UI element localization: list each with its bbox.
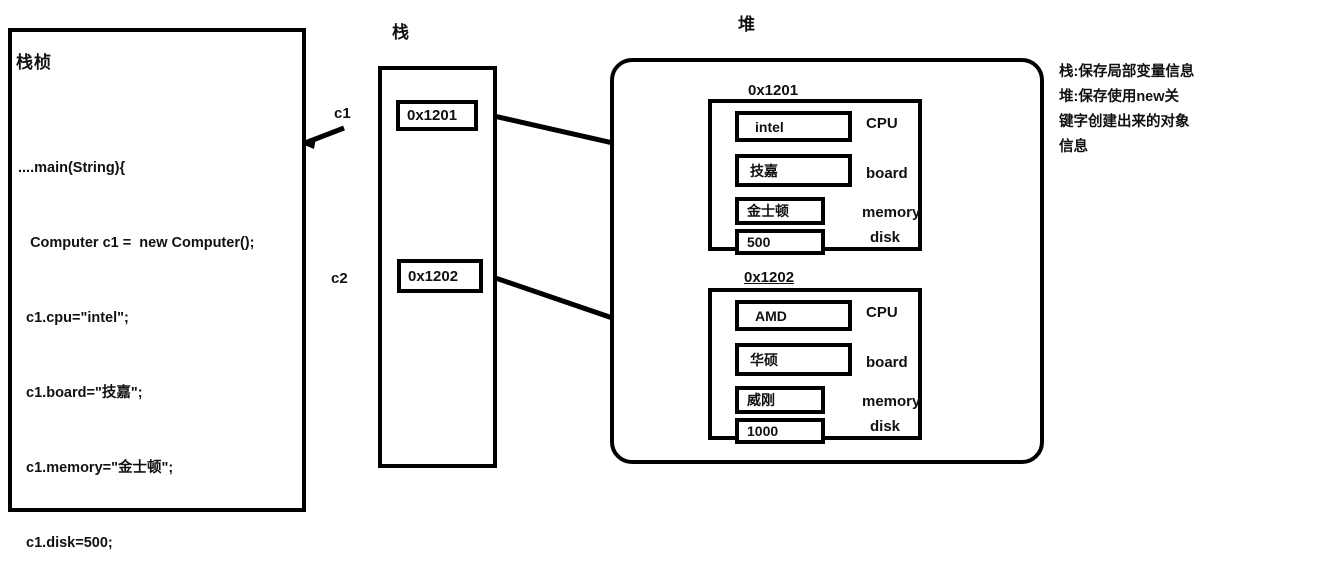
heap-field-name-board: board — [866, 165, 908, 182]
heap-object-0x1202: AMD CPU 华硕 board 威刚 memory 1000 disk — [708, 288, 922, 444]
stack-variable-label-c2: c2 — [331, 270, 348, 287]
code-line: Computer c1 = new Computer(); — [18, 235, 255, 251]
legend-note: 栈:保存局部变量信息 堆:保存使用new关 键字创建出来的对象 信息 — [1059, 60, 1314, 160]
code-line: ....main(String){ — [18, 160, 126, 176]
stack-frame-code: ....main(String){ Computer c1 = new Comp… — [18, 106, 290, 581]
heap-object-0x1201: intel CPU 技嘉 board 金士顿 memory 500 disk — [708, 99, 922, 255]
legend-note-line: 堆:保存使用new关 — [1059, 89, 1180, 105]
code-line: c1.cpu="intel"; — [18, 310, 129, 326]
code-line: c1.memory="金士顿"; — [18, 460, 174, 476]
heap-field-value-memory: 金士顿 — [735, 197, 825, 225]
stack-variable-label-c1: c1 — [334, 105, 351, 122]
legend-note-line: 栈:保存局部变量信息 — [1059, 64, 1195, 80]
heap-object-address-0x1202: 0x1202 — [744, 269, 795, 286]
diagram-canvas: 栈桢 ....main(String){ Computer c1 = new C… — [0, 0, 1326, 581]
heap-field-value-disk: 500 — [735, 229, 825, 255]
heap-field-name-cpu: CPU — [866, 115, 898, 132]
heap-field-name-board: board — [866, 354, 908, 371]
stack-slot-c1: 0x1201 — [396, 100, 478, 131]
code-line: c1.board="技嘉"; — [18, 385, 143, 401]
heap-field-value-board: 技嘉 — [735, 154, 852, 187]
heap-field-value-board: 华硕 — [735, 343, 852, 376]
heap-field-name-cpu: CPU — [866, 304, 898, 321]
stack-label: 栈 — [392, 23, 409, 42]
stack-frame-title: 栈桢 — [16, 53, 52, 72]
heap-field-value-memory: 威刚 — [735, 386, 825, 414]
heap-field-name-disk: disk — [870, 229, 901, 246]
code-line: c1.disk=500; — [18, 535, 113, 551]
heap-field-name-memory: memory — [862, 204, 921, 221]
heap-field-name-memory: memory — [862, 393, 921, 410]
heap-field-value-cpu: intel — [735, 111, 852, 142]
heap-field-value-disk: 1000 — [735, 418, 825, 444]
legend-note-line: 键字创建出来的对象 — [1059, 114, 1190, 130]
legend-note-line: 信息 — [1059, 139, 1088, 155]
heap-field-name-disk: disk — [870, 418, 901, 435]
heap-object-address-0x1201: 0x1201 — [748, 82, 799, 99]
heap-label: 堆 — [738, 15, 755, 34]
heap-field-value-cpu: AMD — [735, 300, 852, 331]
stack-slot-c2: 0x1202 — [397, 259, 483, 293]
